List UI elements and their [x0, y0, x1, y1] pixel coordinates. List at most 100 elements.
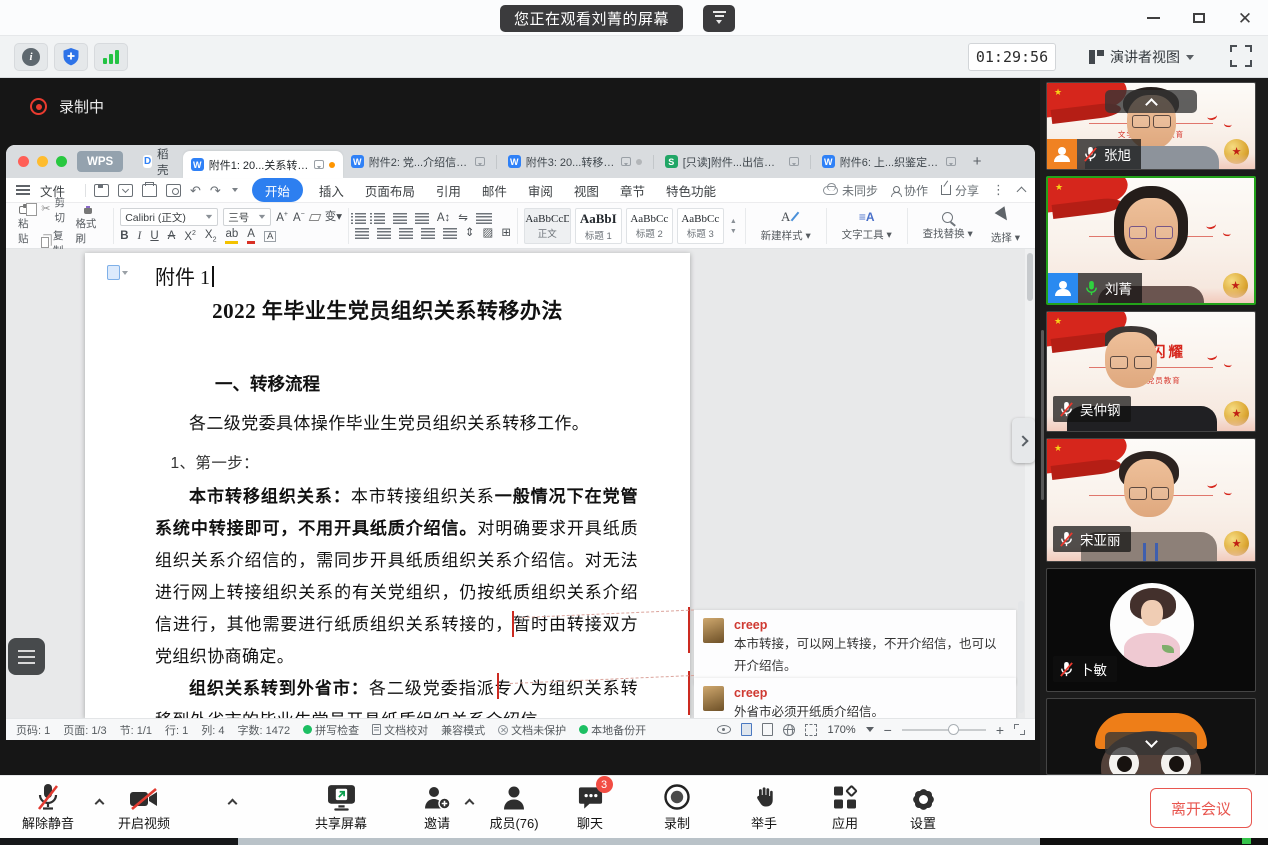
settings-button[interactable]: 设置 — [896, 783, 950, 832]
save-icon[interactable] — [94, 184, 109, 197]
maximize-button[interactable] — [1188, 7, 1210, 29]
chevron-down-icon[interactable] — [866, 727, 874, 736]
paste-button[interactable]: 粘贴 — [12, 206, 41, 246]
traffic-lights[interactable] — [18, 156, 67, 167]
unmute-button[interactable]: 解除静音 — [15, 783, 81, 832]
export-icon[interactable] — [118, 184, 133, 197]
grow-font-button[interactable]: A+ — [276, 211, 288, 224]
paste-options-icon[interactable] — [107, 265, 120, 280]
find-replace-button[interactable]: 查找替换 ▾ — [914, 206, 982, 246]
sort-icon[interactable]: A↕ — [437, 213, 450, 225]
share-button[interactable]: 分享 — [941, 182, 979, 199]
invite-button[interactable]: 邀请 — [412, 783, 462, 832]
comment-card[interactable]: creep 外省市必须开纸质介绍信。 — [694, 678, 1016, 718]
share-options-button[interactable] — [466, 800, 476, 810]
document-tab-4[interactable]: S [只读]附件...出信息统计表 — [657, 149, 807, 175]
audio-options-button[interactable] — [96, 800, 106, 810]
superscript-button[interactable]: X2 — [184, 230, 196, 243]
leave-meeting-button[interactable]: 离开会议 — [1150, 788, 1252, 828]
zoom-out-button[interactable]: − — [884, 723, 892, 737]
font-name-select[interactable]: Calibri (正文) — [120, 208, 218, 226]
text-tool-button[interactable]: ≡A 文字工具 ▾ — [833, 206, 901, 246]
zoom-slider[interactable] — [902, 729, 986, 731]
print-preview-icon[interactable] — [166, 184, 181, 197]
raise-hand-button[interactable]: 举手 — [736, 783, 792, 832]
zoom-in-button[interactable]: + — [996, 723, 1004, 737]
phonetic-guide-button[interactable]: 变▾ — [325, 212, 342, 224]
menu-page-layout[interactable]: 页面布局 — [365, 181, 415, 200]
ruler-icon[interactable] — [476, 213, 492, 224]
docer-tab[interactable]: D稻壳 — [133, 146, 183, 178]
menu-special-features[interactable]: 特色功能 — [666, 181, 716, 200]
fullscreen-icon[interactable] — [1014, 724, 1025, 735]
menu-references[interactable]: 引用 — [436, 181, 461, 200]
hamburger-menu-icon[interactable] — [16, 185, 30, 195]
clear-format-icon[interactable] — [308, 214, 321, 221]
font-size-select[interactable]: 三号 — [223, 208, 271, 226]
video-options-button[interactable] — [229, 800, 239, 810]
side-panel-toggle-button[interactable] — [8, 638, 45, 675]
comment-card[interactable]: creep 本市转接，可以网上转接，不开介绍信，也可以开介绍信。 — [694, 610, 1016, 685]
cut-button[interactable]: ✂剪切 — [41, 195, 69, 225]
proofread-button[interactable]: 文档校对 — [372, 722, 428, 738]
collaborate-button[interactable]: 协作 — [891, 182, 928, 199]
record-button[interactable]: 录制 — [649, 783, 705, 832]
shrink-font-button[interactable]: A− — [293, 211, 305, 224]
italic-button[interactable]: I — [138, 231, 142, 243]
page-view-icon[interactable] — [741, 723, 752, 736]
web-view-icon[interactable] — [783, 724, 795, 736]
fit-page-icon[interactable] — [805, 724, 817, 736]
scrollbar-thumb[interactable] — [1027, 253, 1033, 301]
members-button[interactable]: 成员(76) — [478, 783, 550, 832]
participant-tile-active-speaker[interactable]: ★ 耀 文学 员教育 ★ 刘菁 — [1046, 176, 1256, 305]
view-mode-button[interactable]: 演讲者视图 — [1081, 43, 1202, 71]
protection-status[interactable]: 文档未保护 — [498, 722, 566, 738]
style-heading2[interactable]: AaBbCc标题 2 — [626, 208, 673, 244]
sync-status-button[interactable]: 未同步 — [823, 182, 878, 199]
eye-protect-icon[interactable] — [717, 725, 731, 734]
expand-thumbnails-button[interactable] — [1105, 732, 1197, 755]
decrease-indent-icon[interactable] — [393, 213, 407, 224]
meeting-info-button[interactable]: i — [14, 43, 48, 71]
participant-tile[interactable] — [1046, 698, 1256, 775]
zoom-slider-knob[interactable] — [948, 724, 959, 735]
style-heading1[interactable]: AaBbI标题 1 — [575, 208, 622, 244]
document-tab-2[interactable]: W 附件2: 党...介绍信模板 — [343, 149, 493, 175]
participant-tile[interactable]: ★ 党徽 文学院2022 教育 ★ 张旭 — [1046, 82, 1256, 170]
apps-button[interactable]: 应用 — [818, 783, 872, 832]
increase-indent-icon[interactable] — [415, 213, 429, 224]
new-tab-button[interactable]: + — [964, 153, 991, 170]
backup-status[interactable]: 本地备份开 — [579, 722, 646, 738]
status-word-count[interactable]: 字数: 1472 — [238, 722, 291, 738]
spell-check-button[interactable]: 拼写检查 — [303, 722, 359, 738]
new-style-button[interactable]: A 新建样式 ▾ — [752, 206, 820, 246]
undo-icon[interactable]: ↶ — [190, 184, 201, 197]
menu-home[interactable]: 开始 — [252, 178, 303, 202]
numbered-list-icon[interactable] — [374, 213, 385, 224]
start-video-button[interactable]: 开启视频 — [108, 783, 180, 832]
chat-button[interactable]: 3 聊天 — [563, 783, 617, 832]
align-right-icon[interactable] — [399, 228, 413, 239]
menu-review[interactable]: 审阅 — [528, 181, 553, 200]
security-button[interactable] — [54, 43, 88, 71]
line-spacing-icon[interactable]: ⇕ — [465, 228, 475, 240]
banner-menu-button[interactable] — [703, 5, 735, 32]
highlight-button[interactable]: ab — [225, 229, 238, 244]
share-screen-button[interactable]: 共享屏幕 — [303, 783, 379, 832]
more-options-button[interactable]: ⋮ — [992, 182, 1005, 198]
collapse-thumbnails-button[interactable] — [1105, 90, 1197, 113]
participant-tile[interactable]: ★ 党徽闪耀 毕业生党员教育 ★ 吴仲钢 — [1046, 311, 1256, 432]
comment-pane-collapse-button[interactable] — [1012, 418, 1035, 463]
close-button[interactable]: ✕ — [1234, 7, 1256, 29]
participant-tile[interactable]: 卜敏 — [1046, 568, 1256, 692]
font-color-button[interactable]: A — [247, 229, 255, 244]
menu-insert[interactable]: 插入 — [319, 181, 344, 200]
subscript-button[interactable]: X2 — [205, 230, 217, 243]
print-icon[interactable] — [142, 184, 157, 197]
fullscreen-button[interactable] — [1230, 45, 1252, 67]
align-center-icon[interactable] — [377, 228, 391, 239]
format-painter-button[interactable]: 格式刷 — [69, 206, 107, 246]
document-tab-5[interactable]: W 附件6: 上...织鉴定意见 — [814, 149, 964, 175]
participant-tile[interactable]: ★ 文学 ★ 宋亚丽 — [1046, 438, 1256, 562]
distribute-icon[interactable] — [443, 228, 457, 239]
